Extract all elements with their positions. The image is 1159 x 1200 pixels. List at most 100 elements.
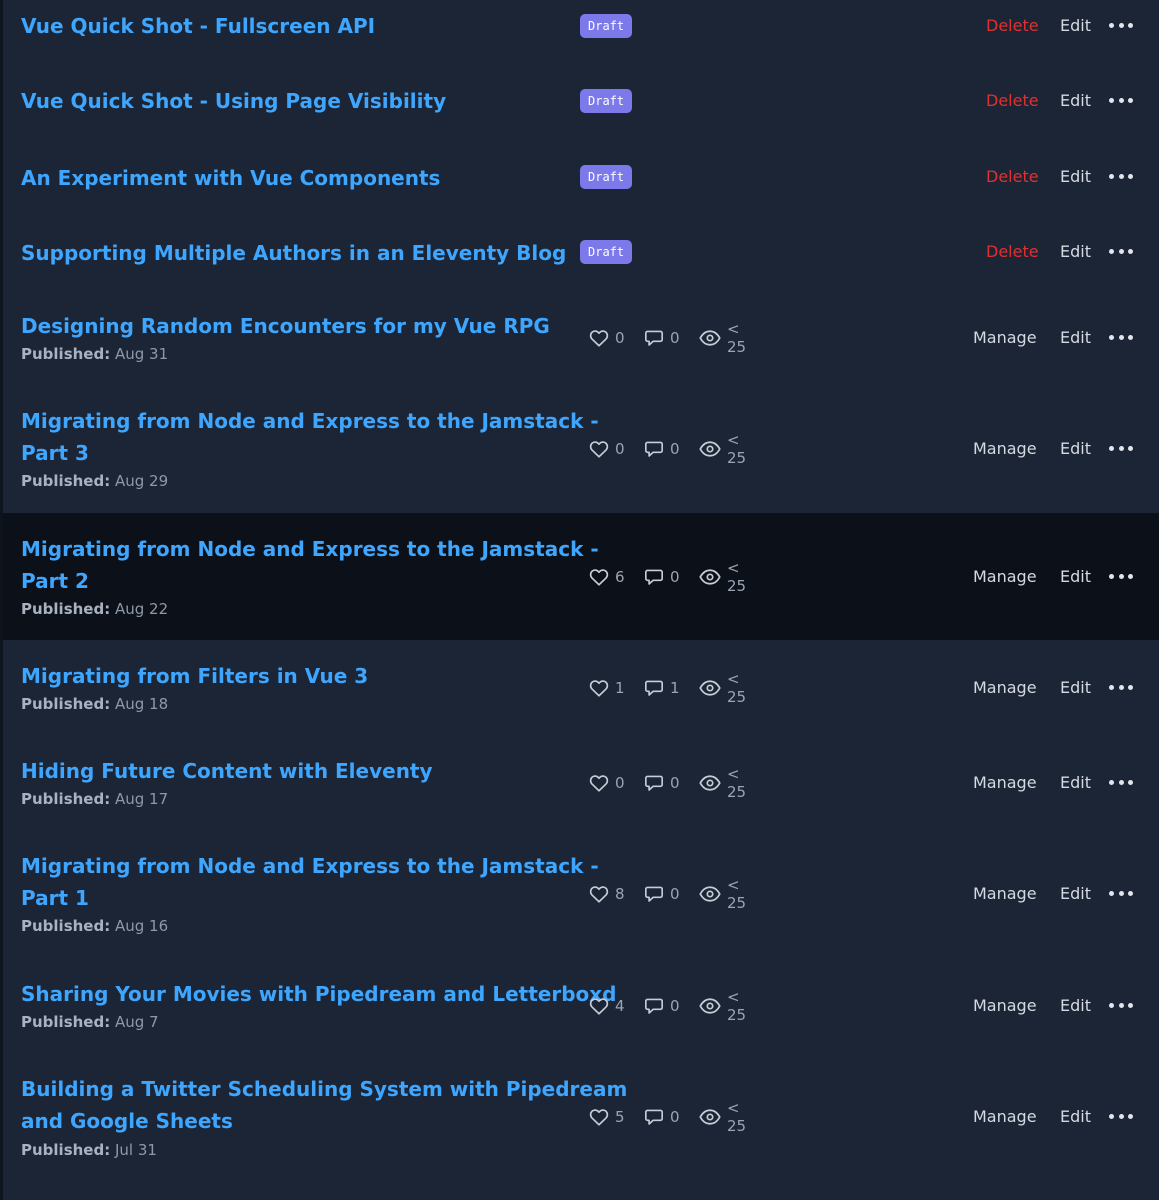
post-title-line: An Experiment with Vue Components [21, 166, 441, 190]
post-title-line: Sharing Your Movies with Pipedream and L… [21, 982, 617, 1006]
published-post-row: Designing Random Encounters for my Vue R… [3, 302, 1159, 386]
edit-button[interactable]: Edit [1060, 995, 1091, 1017]
comments-stat: 0 [644, 327, 680, 349]
published-date-line: Published: Aug 29 [21, 471, 168, 491]
comments-stat: 0 [644, 566, 680, 588]
views-stat: < 25 [699, 670, 746, 706]
more-options-icon[interactable] [1109, 165, 1133, 187]
delete-button[interactable]: Delete [986, 166, 1039, 188]
post-title-line: Designing Random Encounters for my Vue R… [21, 314, 550, 338]
post-title-line: Supporting Multiple Authors in an Eleven… [21, 241, 567, 265]
edit-button[interactable]: Edit [1060, 166, 1091, 188]
heart-icon [589, 568, 609, 586]
draft-badge: Draft [580, 240, 633, 264]
draft-post-row: Vue Quick Shot - Fullscreen API Draft Dele… [3, 0, 1159, 75]
post-title-link[interactable]: Migrating from Filters in Vue 3 [21, 660, 368, 692]
draft-badge: Draft [580, 165, 633, 189]
manage-button[interactable]: Manage [973, 1106, 1037, 1128]
published-post-row: Sharing Your Movies with Pipedream and L… [3, 960, 1159, 1055]
post-title-link[interactable]: Designing Random Encounters for my Vue R… [21, 310, 550, 342]
manage-button[interactable]: Manage [973, 438, 1037, 460]
comments-count: 0 [670, 329, 680, 347]
comment-icon [644, 774, 664, 792]
post-title-link[interactable]: An Experiment with Vue Components [21, 162, 440, 194]
published-date-line: Published: Aug 7 [21, 1012, 159, 1032]
edit-button[interactable]: Edit [1060, 1106, 1091, 1128]
comments-stat: 1 [644, 677, 680, 699]
comments-stat: 0 [644, 438, 680, 460]
post-title-link[interactable]: Migrating from Node and Express to the J… [21, 533, 599, 597]
published-post-row: Building a Twitter Scheduling System wit… [3, 1055, 1159, 1200]
post-title-link[interactable]: Building a Twitter Scheduling System wit… [21, 1073, 627, 1137]
more-options-icon[interactable] [1109, 771, 1133, 793]
more-options-icon[interactable] [1109, 326, 1133, 348]
edit-button[interactable]: Edit [1060, 438, 1091, 460]
edit-button[interactable]: Edit [1060, 883, 1091, 905]
manage-button[interactable]: Manage [973, 995, 1037, 1017]
post-title-link[interactable]: Sharing Your Movies with Pipedream and L… [21, 978, 616, 1010]
post-title-line: Vue Quick Shot - Fullscreen API [21, 14, 376, 38]
more-options-icon[interactable] [1109, 14, 1133, 36]
manage-button[interactable]: Manage [973, 566, 1037, 588]
more-options-icon[interactable] [1109, 882, 1133, 904]
edit-button[interactable]: Edit [1060, 772, 1091, 794]
more-options-icon[interactable] [1109, 89, 1133, 111]
published-post-row: Migrating from Node and Express to the J… [3, 386, 1159, 513]
published-date: Aug 18 [115, 695, 169, 713]
post-title-link[interactable]: Migrating from Node and Express to the J… [21, 850, 599, 914]
manage-button[interactable]: Manage [973, 883, 1037, 905]
more-options-icon[interactable] [1109, 676, 1133, 698]
published-date-line: Published: Aug 16 [21, 916, 168, 936]
post-title-line: Migrating from Filters in Vue 3 [21, 664, 369, 688]
likes-stat: 4 [589, 995, 625, 1017]
post-title-link[interactable]: Hiding Future Content with Eleventy [21, 755, 433, 787]
delete-button[interactable]: Delete [986, 15, 1039, 37]
draft-badge: Draft [580, 89, 633, 113]
post-title-link[interactable]: Vue Quick Shot - Fullscreen API [21, 10, 375, 42]
heart-icon [589, 774, 609, 792]
edit-button[interactable]: Edit [1060, 241, 1091, 263]
more-options-icon[interactable] [1109, 994, 1133, 1016]
eye-icon [699, 1108, 721, 1126]
views-count: < 25 [727, 988, 747, 1024]
manage-button[interactable]: Manage [973, 327, 1037, 349]
edit-button[interactable]: Edit [1060, 677, 1091, 699]
views-stat: < 25 [699, 559, 746, 595]
manage-button[interactable]: Manage [973, 772, 1037, 794]
published-date-line: Published: Aug 17 [21, 789, 168, 809]
views-count: < 25 [727, 559, 747, 595]
views-stat: < 25 [699, 988, 746, 1024]
post-title-link[interactable]: Supporting Multiple Authors in an Eleven… [21, 237, 566, 269]
published-date: Aug 22 [115, 600, 169, 618]
posts-dashboard: Vue Quick Shot - Fullscreen API Draft Dele… [0, 0, 1159, 1200]
manage-button[interactable]: Manage [973, 677, 1037, 699]
likes-count: 5 [615, 1108, 625, 1126]
eye-icon [699, 997, 721, 1015]
more-options-icon[interactable] [1109, 437, 1133, 459]
post-title-link[interactable]: Migrating from Node and Express to the J… [21, 405, 599, 469]
post-title-line: Part 2 [21, 569, 89, 593]
post-title-line: and Google Sheets [21, 1109, 233, 1133]
published-post-row: Migrating from Node and Express to the J… [3, 513, 1159, 640]
published-label: Published: [21, 695, 111, 713]
likes-count: 8 [615, 885, 625, 903]
comment-icon [644, 568, 664, 586]
edit-button[interactable]: Edit [1060, 566, 1091, 588]
delete-button[interactable]: Delete [986, 90, 1039, 112]
more-options-icon[interactable] [1109, 565, 1133, 587]
post-title-link[interactable]: Vue Quick Shot - Using Page Visibility [21, 85, 446, 117]
post-title-line: Hiding Future Content with Eleventy [21, 759, 433, 783]
published-date-line: Published: Aug 18 [21, 694, 168, 714]
delete-button[interactable]: Delete [986, 241, 1039, 263]
more-options-icon[interactable] [1109, 240, 1133, 262]
likes-stat: 6 [589, 566, 625, 588]
published-post-row: Migrating from Node and Express to the J… [3, 830, 1159, 960]
edit-button[interactable]: Edit [1060, 327, 1091, 349]
comments-stat: 0 [644, 883, 680, 905]
more-options-icon[interactable] [1109, 1105, 1133, 1127]
draft-post-row: An Experiment with Vue Components Draft De… [3, 151, 1159, 226]
edit-button[interactable]: Edit [1060, 90, 1091, 112]
published-label: Published: [21, 472, 111, 490]
edit-button[interactable]: Edit [1060, 15, 1091, 37]
published-date: Aug 31 [115, 345, 169, 363]
